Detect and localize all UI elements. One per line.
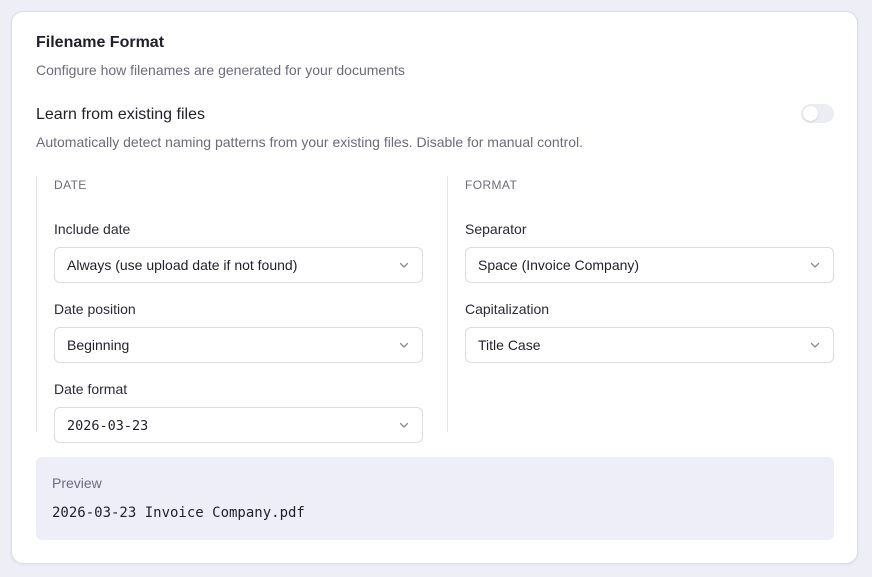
chevron-down-icon — [810, 262, 820, 268]
date-position-select[interactable]: Beginning — [54, 327, 423, 363]
learn-from-files-toggle[interactable] — [801, 104, 834, 123]
filename-format-card: Filename Format Configure how filenames … — [11, 11, 858, 564]
preview-label: Preview — [52, 475, 102, 491]
format-group-heading: FORMAT — [465, 178, 518, 192]
separator-value: Space (Invoice Company) — [478, 257, 640, 273]
preview-filename: 2026-03-23 Invoice Company.pdf — [52, 505, 305, 521]
learn-toggle-description: Automatically detect naming patterns fro… — [36, 134, 584, 150]
toggle-knob — [803, 106, 818, 121]
separator-select[interactable]: Space (Invoice Company) — [465, 247, 834, 283]
date-settings-group: DATE Include date Always (use upload dat… — [36, 176, 434, 443]
capitalization-select[interactable]: Title Case — [465, 327, 834, 363]
date-group-heading: DATE — [54, 178, 87, 192]
chevron-down-icon — [810, 342, 820, 348]
learn-toggle-label: Learn from existing files — [36, 106, 205, 123]
include-date-value: Always (use upload date if not found) — [67, 257, 298, 273]
chevron-down-icon — [399, 342, 409, 348]
include-date-label: Include date — [54, 221, 131, 237]
chevron-down-icon — [399, 422, 409, 428]
capitalization-label: Capitalization — [465, 301, 550, 317]
section-subtitle: Configure how filenames are generated fo… — [36, 62, 405, 78]
section-title: Filename Format — [36, 34, 165, 51]
date-format-label: Date format — [54, 381, 128, 397]
date-format-select[interactable]: 2026-03-23 — [54, 407, 423, 443]
chevron-down-icon — [399, 262, 409, 268]
filename-preview-box: Preview 2026-03-23 Invoice Company.pdf — [36, 457, 834, 540]
separator-label: Separator — [465, 221, 527, 237]
capitalization-value: Title Case — [478, 337, 541, 353]
date-position-value: Beginning — [67, 337, 130, 353]
include-date-select[interactable]: Always (use upload date if not found) — [54, 247, 423, 283]
date-position-label: Date position — [54, 301, 136, 317]
format-settings-group: FORMAT Separator Space (Invoice Company)… — [447, 176, 845, 432]
date-format-value: 2026-03-23 — [67, 418, 149, 434]
